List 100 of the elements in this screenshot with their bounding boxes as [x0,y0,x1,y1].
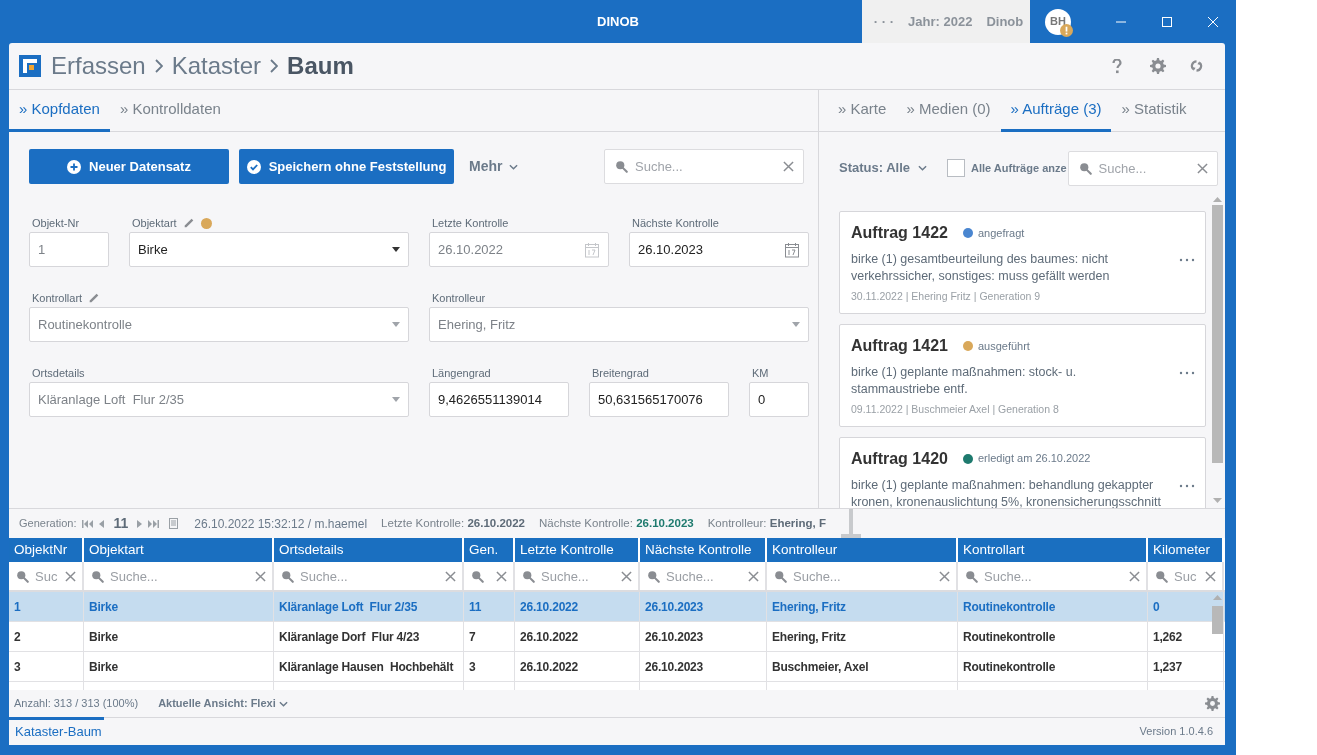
order-card[interactable]: Auftrag 1422 angefragt birke (1) gesamtbeurteilung des baumes: nicht verkehrssicher, sonstiges: muss gefällt werden 30.11.2022 | Ehering Fritz | Generation 9 [839,211,1206,314]
breadcrumb-link[interactable]: Kataster [171,48,262,84]
table-cell: Routinekontrolle [958,622,1148,651]
action-button[interactable]: Speichern ohne Feststellung [239,149,454,184]
chevron-down-icon[interactable] [278,700,288,707]
version-text: Version 1.0.4.6 [1139,724,1213,740]
order-card[interactable]: Auftrag 1420 erledigt am 26.10.2022 birke (1) geplante maßnahmen: behandlung gekappter kronen, kronenauslichtung 5%, kronensicherungsschnitt [839,436,1206,508]
table-cell: Kläranlage Loft Flur 2/35 [274,592,464,621]
table-cell: 26.10.2022 [515,652,640,681]
input-field[interactable]: 0 [749,382,809,417]
field-label: Nächste Kontrolle [632,215,719,231]
order-title: Auftrag 1420 [851,448,948,469]
more-icon[interactable] [1179,483,1195,488]
tab[interactable]: » Karte [828,90,897,132]
status-filter[interactable]: Status: Alle [839,158,928,178]
search-field[interactable]: Suche... [1067,150,1218,186]
table-cell: Kläranlage Hausen Hochbehält [274,652,464,681]
scrollbar[interactable] [1212,195,1223,505]
first-page-icon[interactable] [82,519,94,528]
pencil-icon[interactable] [182,217,195,229]
table-cell: 11 [464,592,515,621]
search-icon [1078,161,1092,175]
order-title: Auftrag 1421 [851,335,948,356]
column-header[interactable]: Nächste Kontrolle [640,538,767,562]
table-cell: 26.10.2023 [640,652,767,681]
maximize-icon[interactable] [1162,16,1172,27]
input-field[interactable]: 50,631565170076 [589,382,729,417]
menu-button[interactable]: Mehr [469,156,519,177]
warning-badge-icon [1060,23,1074,37]
caret-icon[interactable] [392,247,400,252]
settings-icon[interactable] [1150,58,1166,74]
tab[interactable]: » Kopfdaten [9,90,110,132]
input-field[interactable]: 9,4626551139014 [429,382,569,417]
action-button[interactable]: Neuer Datensatz [29,149,229,184]
calendar-icon[interactable] [784,241,800,258]
table-cell: 7 [464,622,515,651]
check-circle-icon [246,159,261,174]
date-field[interactable]: 26.10.2023 [629,232,809,267]
close-icon[interactable] [65,571,76,582]
close-icon[interactable] [621,571,632,582]
column-header[interactable]: Gen. [464,538,515,562]
search-field[interactable]: Suche... [604,149,804,184]
order-meta: 09.11.2022 | Buschmeier Axel | Generation 8 [851,401,1060,417]
record-count: Anzahl: 313 / 313 (100%) [14,696,139,712]
tab[interactable]: Kataster-Baum [9,716,104,745]
close-icon[interactable] [445,571,456,582]
help-icon[interactable] [1112,58,1122,74]
settings-icon[interactable] [1205,696,1220,711]
close-icon[interactable] [1205,571,1216,582]
field-label: Längengrad [432,365,491,381]
table-row[interactable]: 3 Birke Kläranlage Hausen Hochbehält 3 26.10.2022 26.10.2023 Buschmeier, Axel Routinekontrolle 1,237 [9,652,1225,682]
refresh-icon[interactable] [1190,59,1203,73]
column-header[interactable]: Kontrollart [958,538,1148,562]
info-text: Kontrolleur: Ehering, F [707,515,826,531]
tab[interactable]: » Medien (0) [896,90,1001,132]
close-icon[interactable] [939,571,950,582]
column-header[interactable]: Objektart [84,538,274,562]
table-cell: 26.10.2023 [640,592,767,621]
generation-timestamp: 26.10.2022 15:32:12 / m.haemel [194,515,368,533]
column-header[interactable]: Ortsdetails [274,538,464,562]
more-icon[interactable] [1179,258,1195,262]
more-icon[interactable] [1179,370,1195,375]
user-avatar[interactable]: BH [1045,8,1071,35]
table-cell: Ehering, Fritz [767,622,958,651]
previous-icon[interactable] [99,519,105,528]
column-header[interactable]: Kilometer [1148,538,1224,562]
close-icon[interactable] [783,161,794,172]
table-cell: 2 [9,622,84,651]
order-status: angefragt [977,225,1025,241]
last-page-icon[interactable] [148,519,160,528]
search-icon [281,570,294,583]
next-icon[interactable] [137,519,143,528]
info-text: Letzte Kontrolle: 26.10.2022 [381,515,525,531]
table-row[interactable]: 1 Birke Kläranlage Loft Flur 2/35 11 26.10.2022 26.10.2023 Ehering, Fritz Routinekontrolle 0 [9,592,1225,622]
table-cell: Buschmeier, Axel [767,652,958,681]
table-cell: 26.10.2023 [640,622,767,651]
field-label: Kontrolleur [432,290,486,306]
breadcrumb-link[interactable]: Erfassen [51,48,146,84]
column-header[interactable]: Kontrolleur [767,538,958,562]
chevron-down-icon[interactable] [918,165,928,171]
order-card[interactable]: Auftrag 1421 ausgeführt birke (1) geplante maßnahmen: stock- u. stammaustriebe entf. 09.11.2022 | Buschmeier Axel | Generation 8 [839,323,1206,427]
column-header[interactable]: Letzte Kontrolle [515,538,640,562]
view-selector[interactable]: Aktuelle Ansicht: Flexi [158,695,288,712]
column-header[interactable]: ObjektNr [9,538,84,562]
generation-number: 11 [112,514,130,533]
order-status: ausgeführt [977,338,1030,354]
table-cell: 1 [9,592,84,621]
close-icon[interactable] [255,571,266,582]
document-icon[interactable] [169,518,179,529]
table-row[interactable]: 2 Birke Kläranlage Dorf Flur 4/23 7 26.10.2022 26.10.2023 Ehering, Fritz Routinekontrolle 1,262 [9,622,1225,652]
dropdown-field[interactable]: Birke [129,232,409,267]
close-icon[interactable] [1196,162,1208,174]
tab[interactable]: » Aufträge (3) [1000,90,1112,132]
close-icon[interactable] [1129,571,1140,582]
close-icon[interactable] [496,571,507,582]
checkbox[interactable] [947,159,966,177]
close-icon[interactable] [748,571,759,582]
tab[interactable]: » Statistik [1111,90,1197,132]
chevron-down-icon[interactable] [509,163,519,170]
tab[interactable]: » Kontrolldaten [109,90,231,132]
